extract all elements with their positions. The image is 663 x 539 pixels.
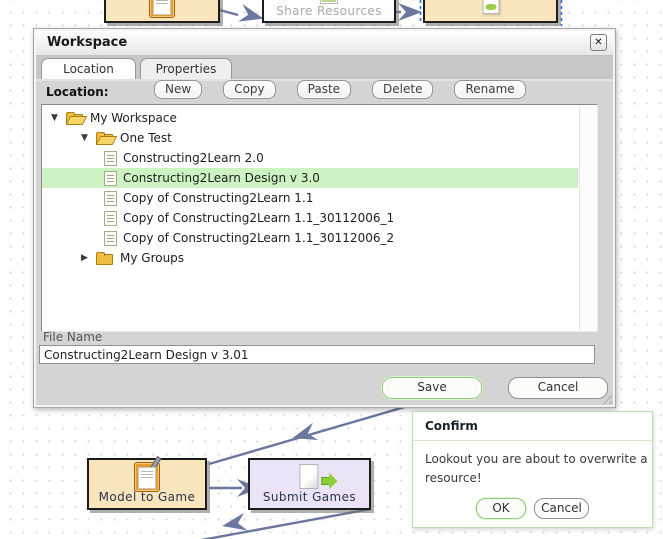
tree-scrollbar[interactable]: [579, 106, 596, 330]
clipboard-icon: [134, 462, 160, 492]
new-button[interactable]: New: [154, 80, 202, 99]
copy-button[interactable]: Copy: [223, 80, 275, 99]
tab-properties[interactable]: Properties: [140, 58, 232, 79]
paste-button[interactable]: Paste: [297, 80, 351, 99]
tree-item-selected[interactable]: Constructing2Learn Design v 3.0: [42, 168, 578, 188]
workspace-file-tree: ▼ My Workspace ▼ One Test Constructing2L…: [41, 104, 598, 332]
confirm-header: Confirm: [413, 412, 652, 441]
tree-item-label: Constructing2Learn 2.0: [123, 151, 264, 165]
flow-node-model-to-game[interactable]: Model to Game: [87, 458, 207, 510]
tree-item-label: One Test: [120, 131, 172, 145]
tree-item-one-test[interactable]: ▼ One Test: [42, 128, 578, 148]
folder-open-icon: [96, 132, 114, 145]
cancel-button[interactable]: Cancel: [508, 377, 608, 399]
workspace-dialog: Workspace ✕ Location Properties Location…: [33, 28, 616, 408]
ok-button[interactable]: OK: [476, 498, 526, 519]
flow-node-label: Model to Game: [89, 490, 205, 504]
flow-node-label: Submit Games: [250, 490, 369, 504]
document-icon: [104, 211, 117, 226]
confirm-message: Lookout you are about to overwrite a res…: [413, 441, 651, 487]
document-icon: [104, 151, 117, 166]
workspace-toolbar: New Copy Paste Delete Rename: [154, 80, 526, 99]
tree-item-label: Constructing2Learn Design v 3.0: [123, 171, 320, 185]
tree-item[interactable]: Copy of Constructing2Learn 1.1_30112006_…: [42, 208, 578, 228]
document-icon: [104, 191, 117, 206]
tree-item-label: My Groups: [120, 251, 184, 265]
flow-node-submit-games[interactable]: Submit Games: [248, 458, 371, 510]
photo-pin-icon: [482, 0, 499, 14]
document-icon: [104, 231, 117, 246]
tree-item-label: Copy of Constructing2Learn 1.1: [123, 191, 313, 205]
tree-item[interactable]: Copy of Constructing2Learn 1.1_30112006_…: [42, 228, 578, 248]
flow-node-label: Share Resources: [264, 4, 394, 18]
save-button[interactable]: Save: [382, 377, 482, 399]
confirm-buttons: OK Cancel: [413, 498, 652, 519]
canvas: Share Resources Model to Game Submit Gam…: [0, 0, 663, 539]
folder-closed-icon: [96, 252, 114, 265]
close-icon[interactable]: ✕: [590, 34, 607, 51]
confirm-cancel-button[interactable]: Cancel: [534, 498, 589, 519]
tree-item-label: Copy of Constructing2Learn 1.1_30112006_…: [123, 211, 394, 225]
document-arrow-icon: [299, 464, 318, 489]
expander-icon[interactable]: ▶: [79, 253, 90, 263]
workspace-titlebar[interactable]: Workspace ✕: [36, 31, 613, 56]
file-name-input[interactable]: [39, 345, 595, 364]
tree-item-my-workspace[interactable]: ▼ My Workspace: [42, 108, 578, 128]
clipboard-icon: [149, 0, 175, 18]
tree-item-label: My Workspace: [90, 111, 177, 125]
delete-button[interactable]: Delete: [372, 80, 433, 99]
confirm-title: Confirm: [413, 412, 652, 433]
confirm-dialog: Confirm Lookout you are about to overwri…: [412, 411, 653, 528]
flow-node-top-3[interactable]: [423, 0, 558, 23]
tree-item-my-groups[interactable]: ▶ My Groups: [42, 248, 578, 268]
location-label: Location:: [46, 85, 109, 99]
flow-node-top-1[interactable]: [104, 0, 220, 23]
tree-item-label: Copy of Constructing2Learn 1.1_30112006_…: [123, 231, 394, 245]
dialog-title: Workspace: [47, 35, 127, 50]
tree-item[interactable]: Copy of Constructing2Learn 1.1: [42, 188, 578, 208]
expander-icon[interactable]: ▼: [49, 113, 60, 123]
flow-node-share-resources[interactable]: Share Resources: [262, 0, 396, 23]
tab-location[interactable]: Location: [41, 58, 136, 79]
folder-open-icon: [66, 112, 84, 125]
tree-item[interactable]: Constructing2Learn 2.0: [42, 148, 578, 168]
document-icon: [104, 171, 117, 186]
file-name-label: File Name: [43, 330, 102, 344]
expander-icon[interactable]: ▼: [79, 133, 90, 143]
rename-button[interactable]: Rename: [454, 80, 525, 99]
tabstrip: Location Properties: [36, 56, 613, 81]
